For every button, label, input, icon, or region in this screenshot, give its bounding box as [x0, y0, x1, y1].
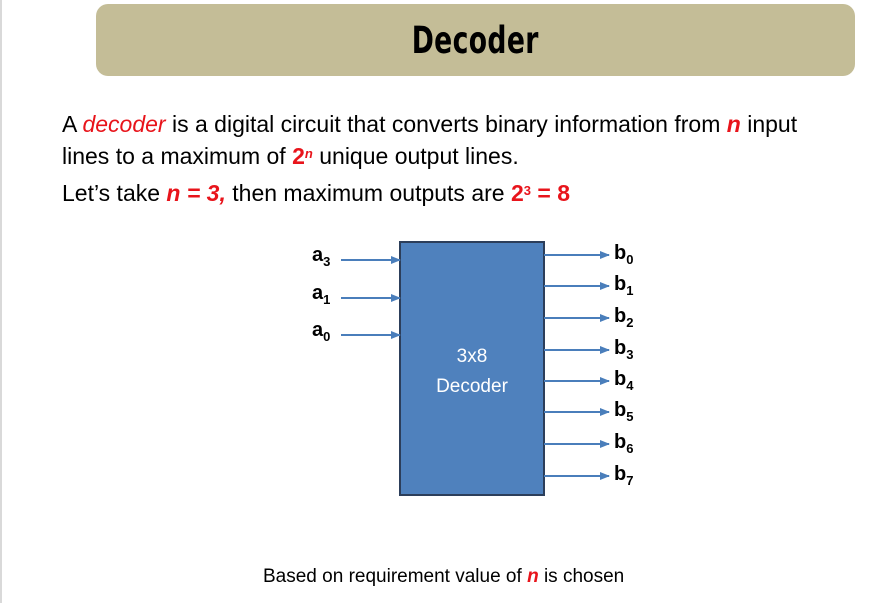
decoder-diagram: 3x8 Decoder a3 a1 a0 b0 b1 b2 b3 b4 b5 b6 b7 — [312, 241, 634, 496]
output-label-b1: b1 — [614, 273, 633, 298]
caption: Based on requirement value of n is chose… — [263, 566, 624, 588]
caption-text: Based on requirement value of — [263, 566, 528, 587]
input-label-a3: a3 — [312, 244, 330, 269]
input-lines: a3 a1 a0 — [312, 244, 401, 344]
output-label-b0: b0 — [614, 242, 633, 267]
caption-text: is chosen — [538, 566, 625, 587]
output-lines: b0 b1 b2 b3 b4 b5 b6 b7 — [544, 242, 634, 488]
decoder-label-size: 3x8 — [457, 346, 488, 367]
input-label-a0: a0 — [312, 319, 330, 344]
output-label-b5: b5 — [614, 399, 633, 424]
output-label-b7: b7 — [614, 463, 633, 488]
output-label-b2: b2 — [614, 305, 633, 330]
output-label-b6: b6 — [614, 431, 633, 456]
decoder-label-name: Decoder — [436, 376, 508, 397]
output-label-b4: b4 — [614, 368, 634, 393]
variable-n: n — [527, 566, 539, 587]
input-label-a1: a1 — [312, 282, 330, 307]
output-label-b3: b3 — [614, 337, 633, 362]
decoder-block — [399, 241, 545, 496]
